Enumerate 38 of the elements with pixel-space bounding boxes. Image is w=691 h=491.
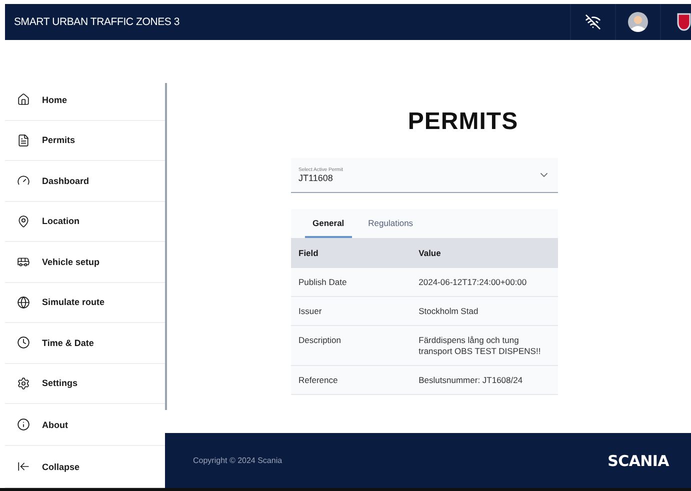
nav-item[interactable]: Dashboard — [5, 161, 165, 202]
shield-icon[interactable] — [677, 13, 691, 31]
nav-icon — [17, 336, 30, 350]
copyright-text: Copyright © 2024 Scania — [193, 456, 284, 465]
nav-item[interactable]: Time & Date — [5, 323, 165, 364]
tab[interactable]: Regulations — [360, 209, 422, 238]
page-title: PERMITS — [406, 108, 518, 136]
avatar-icon[interactable] — [628, 12, 648, 32]
scrollbar[interactable] — [165, 83, 167, 410]
table-cell: Stockholm Stad — [410, 296, 558, 326]
nav-item[interactable]: Vehicle setup — [5, 242, 165, 282]
app-title: SMART URBAN TRAFFIC ZONES 3 — [14, 16, 181, 28]
collapse-icon — [17, 460, 30, 473]
table-cell: Beslutsnummer: JT1608/24 — [410, 365, 558, 394]
wifi-off-icon[interactable] — [585, 14, 601, 30]
brand-logo: SCANIA — [608, 452, 669, 470]
nav-item[interactable]: About — [5, 404, 165, 446]
nav-icon — [17, 214, 30, 228]
nav-icon — [17, 255, 30, 268]
nav-item[interactable]: Settings — [5, 364, 165, 404]
nav-item[interactable]: Permits — [5, 120, 165, 161]
nav-item[interactable]: Location — [5, 202, 165, 242]
nav-icon — [17, 93, 30, 106]
table-cell: Publish Date — [290, 268, 411, 297]
table-cell: Reference — [290, 365, 411, 394]
table-cell: Färddispens lång och tung transport OBS TEST DISPENS!! — [410, 326, 558, 366]
table-cell: Issuer — [290, 296, 411, 326]
nav-icon — [17, 174, 30, 188]
nav-icon — [17, 134, 30, 147]
column-header: Field — [290, 238, 411, 268]
nav-item[interactable]: Simulate route — [5, 282, 165, 323]
info-icon — [17, 418, 30, 431]
nav-icon — [17, 376, 30, 390]
column-header: Value — [410, 238, 558, 268]
nav-item[interactable]: Home — [5, 80, 165, 120]
nav-icon — [17, 296, 30, 309]
table-cell: 2024-06-12T17:24:00+00:00 — [410, 268, 558, 297]
table-cell: Description — [290, 326, 411, 366]
